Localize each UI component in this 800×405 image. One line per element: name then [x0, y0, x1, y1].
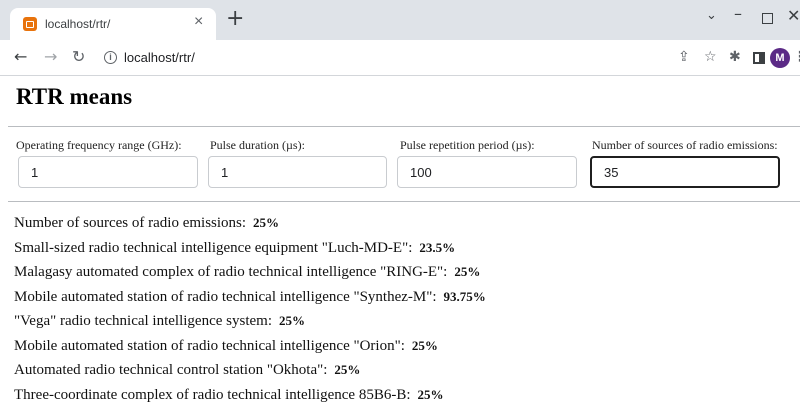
new-tab-button[interactable]: + [226, 7, 244, 31]
emission-sources-label: Number of sources of radio emissions: [592, 138, 778, 152]
maximize-icon[interactable] [762, 13, 773, 24]
emission-sources-input[interactable] [590, 156, 780, 188]
result-value: 25% [279, 313, 305, 328]
pulse-repetition-label: Pulse repetition period (µs): [400, 138, 535, 152]
divider-bottom [8, 201, 800, 202]
result-label: Number of sources of radio emissions: [14, 215, 247, 231]
result-value: 25% [454, 264, 481, 279]
result-item: Mobile automated station of radio techni… [14, 288, 486, 313]
result-value: 93.75% [443, 288, 486, 304]
results-list: Number of sources of radio emissions: 25%… [14, 214, 486, 405]
result-value: 23.5% [419, 239, 456, 255]
result-label: "Vega" radio technical intelligence syst… [14, 313, 272, 329]
pulse-duration-field: Pulse duration (µs): [208, 138, 387, 188]
result-label: Three-coordinate complex of radio techni… [14, 386, 411, 403]
result-item: Three-coordinate complex of radio techni… [14, 386, 486, 405]
result-value: 25% [411, 337, 438, 353]
result-item: Malagasy automated complex of radio tech… [14, 263, 486, 288]
emission-sources-field: Number of sources of radio emissions: [590, 138, 780, 188]
profile-avatar[interactable]: M [770, 48, 790, 68]
pulse-duration-input[interactable] [208, 156, 387, 188]
result-label: Small-sized radio technical intelligence… [14, 239, 413, 256]
result-item: Mobile automated station of radio techni… [14, 337, 486, 362]
site-info-icon[interactable]: i [104, 51, 117, 64]
result-value: 25% [334, 362, 361, 377]
bookmark-star-icon[interactable]: ☆ [704, 49, 717, 65]
result-label: Mobile automated station of radio techni… [14, 288, 437, 305]
frequency-range-field: Operating frequency range (GHz): [16, 138, 198, 188]
frequency-range-input[interactable] [18, 156, 198, 188]
share-icon[interactable]: ⇪ [678, 49, 690, 65]
tab-search-icon[interactable]: ⌄ [706, 8, 717, 23]
forward-arrow-icon[interactable]: → [44, 48, 57, 66]
result-value: 25% [253, 215, 280, 230]
result-item: Number of sources of radio emissions: 25% [14, 214, 486, 239]
pulse-duration-label: Pulse duration (µs): [210, 138, 305, 152]
browser-toolbar: ← → ↻ i localhost/rtr/ ⇪ ☆ ✱ M ⋮ [0, 40, 800, 76]
result-label: Automated radio technical control statio… [14, 362, 328, 378]
page-title: RTR means [16, 84, 133, 109]
pulse-repetition-field: Pulse repetition period (µs): [397, 138, 577, 188]
tab-title: localhost/rtr/ [45, 17, 111, 31]
result-item: Automated radio technical control statio… [14, 361, 486, 386]
back-arrow-icon[interactable]: ← [14, 48, 27, 66]
address-bar[interactable]: localhost/rtr/ [124, 50, 195, 65]
result-label: Mobile automated station of radio techni… [14, 337, 405, 354]
tab-close-icon[interactable]: × [194, 13, 203, 31]
frequency-range-label: Operating frequency range (GHz): [16, 138, 182, 152]
result-label: Malagasy automated complex of radio tech… [14, 264, 448, 280]
browser-tab[interactable]: localhost/rtr/ × [10, 8, 216, 40]
pulse-repetition-input[interactable] [397, 156, 577, 188]
minimize-icon[interactable]: – [734, 4, 742, 23]
result-item: Small-sized radio technical intelligence… [14, 239, 486, 264]
kebab-menu-icon[interactable]: ⋮ [793, 49, 800, 65]
result-item: "Vega" radio technical intelligence syst… [14, 312, 486, 337]
window-close-icon[interactable]: ✕ [787, 6, 800, 25]
extensions-puzzle-icon[interactable]: ✱ [729, 49, 741, 65]
reload-icon[interactable]: ↻ [72, 48, 85, 66]
tab-strip: localhost/rtr/ × + ⌄ – ✕ [0, 0, 800, 40]
result-value: 25% [417, 386, 444, 402]
side-panel-icon[interactable] [753, 52, 765, 64]
favicon-icon [23, 17, 37, 31]
divider-top [8, 126, 800, 127]
